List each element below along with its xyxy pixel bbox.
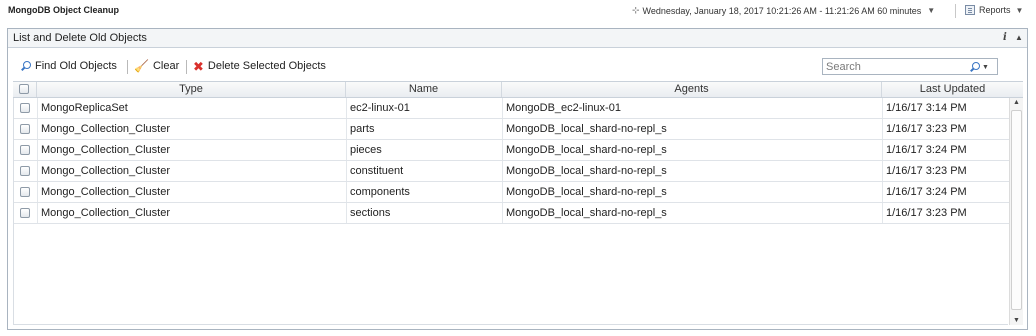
table-row[interactable]: Mongo_Collection_Cluster constituent Mon… (14, 161, 1009, 182)
broom-icon: 🧹 (134, 59, 149, 73)
info-icon[interactable]: i (1003, 32, 1007, 43)
table-row[interactable]: Mongo_Collection_Cluster pieces MongoDB_… (14, 140, 1009, 161)
chevron-down-icon: ▼ (982, 63, 989, 71)
reports-menu[interactable]: Reports ▼ (965, 5, 1023, 15)
row-select-cell (14, 161, 38, 181)
clear-label: Clear (152, 60, 180, 72)
timeframe-label: Wednesday, January 18, 2017 10:21:26 AM … (642, 5, 922, 16)
chevron-down-icon: ▼ (927, 6, 936, 15)
cell-last-updated: 1/16/17 3:14 PM (886, 102, 967, 114)
cell-agents: MongoDB_local_shard-no-repl_s (503, 119, 883, 139)
cell-last-updated: 1/16/17 3:24 PM (886, 186, 967, 198)
timeframe-selector[interactable]: ⊹ Wednesday, January 18, 2017 10:21:26 A… (632, 5, 935, 16)
cell-agents: MongoDB_local_shard-no-repl_s (503, 182, 883, 202)
chevron-down-icon: ▼ (1015, 5, 1024, 15)
vertical-scrollbar[interactable]: ▲ ▼ (1009, 98, 1023, 325)
collapse-icon[interactable]: ▲ (1015, 33, 1023, 42)
search-icon (969, 61, 980, 73)
cell-type: Mongo_Collection_Cluster (38, 182, 347, 202)
select-all-cell (13, 82, 37, 97)
cell-agents: MongoDB_ec2-linux-01 (503, 98, 883, 118)
cell-name: parts (347, 119, 503, 139)
cell-name: constituent (347, 161, 503, 181)
clock-icon: ⊹ (632, 5, 640, 15)
cell-agents: MongoDB_local_shard-no-repl_s (503, 140, 883, 160)
select-all-checkbox[interactable] (19, 84, 29, 94)
old-objects-panel: List and Delete Old Objects i ▲ Find Old… (7, 28, 1028, 330)
row-checkbox[interactable] (20, 187, 30, 197)
row-checkbox[interactable] (20, 208, 30, 218)
red-x-icon: ✖ (193, 58, 204, 74)
cell-last-updated: 1/16/17 3:23 PM (886, 123, 967, 135)
table-header: Type Name Agents Last Updated (13, 81, 1023, 98)
cell-name: components (347, 182, 503, 202)
search-button[interactable]: ▼ (969, 61, 995, 73)
cell-last-updated: 1/16/17 3:23 PM (886, 165, 967, 177)
magnifier-icon (20, 60, 31, 72)
row-checkbox[interactable] (20, 124, 30, 134)
row-select-cell (14, 98, 38, 118)
cell-name: sections (347, 203, 503, 223)
row-checkbox[interactable] (20, 145, 30, 155)
column-header-last-updated[interactable]: Last Updated (882, 82, 1023, 97)
table-row[interactable]: Mongo_Collection_Cluster components Mong… (14, 182, 1009, 203)
cell-type: Mongo_Collection_Cluster (38, 203, 347, 223)
page-title: MongoDB Object Cleanup (8, 5, 119, 15)
cell-type: Mongo_Collection_Cluster (38, 119, 347, 139)
table-row[interactable]: Mongo_Collection_Cluster sections MongoD… (14, 203, 1009, 224)
table-row[interactable]: MongoReplicaSet ec2-linux-01 MongoDB_ec2… (14, 98, 1009, 119)
panel-header: List and Delete Old Objects i ▲ (8, 29, 1027, 48)
cell-type: Mongo_Collection_Cluster (38, 140, 347, 160)
row-checkbox[interactable] (20, 166, 30, 176)
row-checkbox[interactable] (20, 103, 30, 113)
scroll-up-icon[interactable]: ▲ (1013, 99, 1020, 106)
panel-title: List and Delete Old Objects (13, 32, 147, 44)
cell-name: ec2-linux-01 (347, 98, 503, 118)
cell-name: pieces (347, 140, 503, 160)
row-select-cell (14, 140, 38, 160)
cell-agents: MongoDB_local_shard-no-repl_s (503, 203, 883, 223)
report-icon (965, 5, 975, 15)
cell-last-updated: 1/16/17 3:23 PM (886, 207, 967, 219)
row-select-cell (14, 119, 38, 139)
divider (955, 4, 956, 18)
cell-type: Mongo_Collection_Cluster (38, 161, 347, 181)
row-select-cell (14, 182, 38, 202)
cell-agents: MongoDB_local_shard-no-repl_s (503, 161, 883, 181)
search-box: ▼ (822, 58, 998, 75)
toolbar-divider (186, 60, 187, 74)
row-select-cell (14, 203, 38, 223)
table-row[interactable]: Mongo_Collection_Cluster parts MongoDB_l… (14, 119, 1009, 140)
find-old-objects-label: Find Old Objects (35, 60, 117, 72)
reports-label: Reports (979, 5, 1011, 15)
top-bar: MongoDB Object Cleanup ⊹ Wednesday, Janu… (0, 0, 1036, 24)
table-body: MongoReplicaSet ec2-linux-01 MongoDB_ec2… (13, 98, 1009, 325)
scroll-down-icon[interactable]: ▼ (1013, 317, 1020, 324)
column-header-agents[interactable]: Agents (502, 82, 882, 97)
toolbar: Find Old Objects 🧹 Clear ✖ Delete Select… (8, 53, 1027, 79)
find-old-objects-button[interactable]: Find Old Objects (20, 58, 117, 74)
delete-selected-objects-button[interactable]: ✖ Delete Selected Objects (193, 58, 326, 74)
scrollbar-thumb[interactable] (1011, 110, 1022, 310)
delete-selected-objects-label: Delete Selected Objects (207, 60, 326, 72)
cell-last-updated: 1/16/17 3:24 PM (886, 144, 967, 156)
column-header-name[interactable]: Name (346, 82, 502, 97)
column-header-type[interactable]: Type (37, 82, 346, 97)
toolbar-divider (127, 60, 128, 74)
search-input[interactable] (826, 60, 966, 73)
cell-type: MongoReplicaSet (38, 98, 347, 118)
clear-button[interactable]: 🧹 Clear (134, 58, 179, 74)
